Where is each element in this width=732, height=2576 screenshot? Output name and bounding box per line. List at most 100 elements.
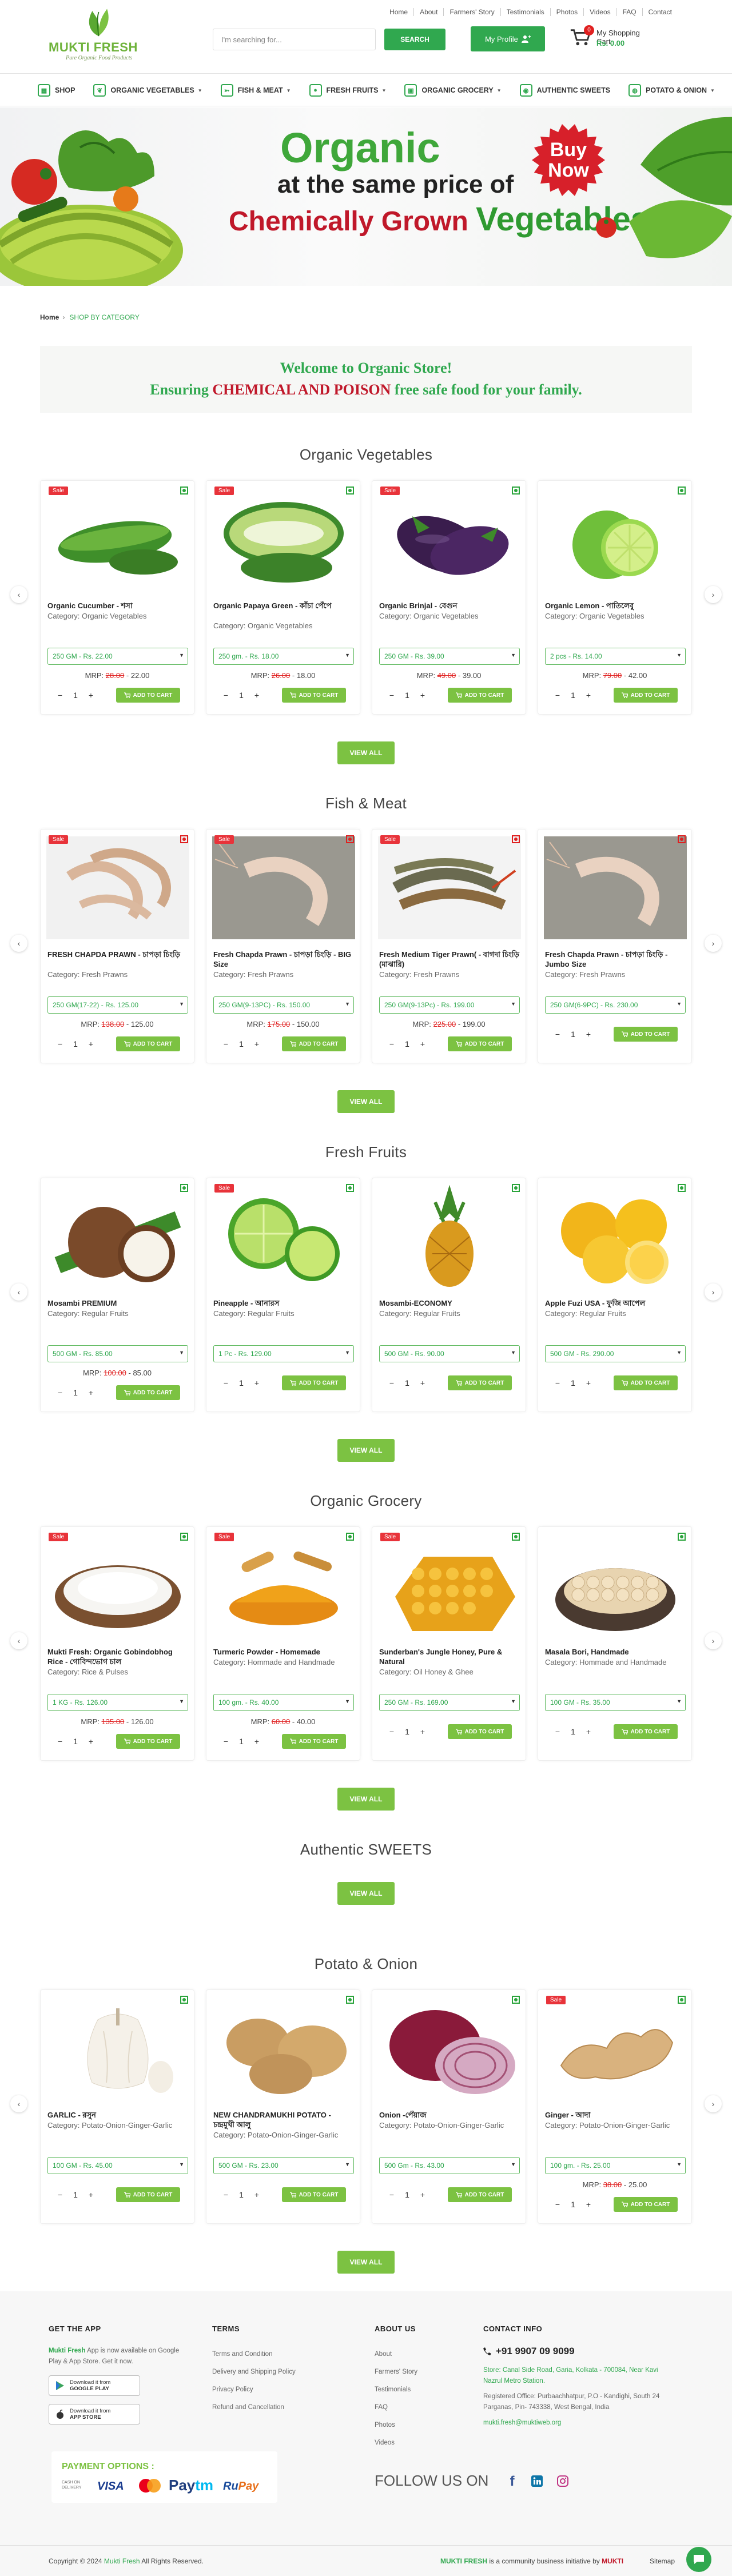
variant-select[interactable]: 1 KG - Rs. 126.00 ▼ bbox=[47, 1694, 188, 1711]
minus-button[interactable]: − bbox=[53, 1388, 67, 1397]
facebook-icon[interactable]: f bbox=[510, 2474, 515, 2489]
plus-button[interactable]: + bbox=[250, 1378, 264, 1387]
footer-about-link[interactable]: Photos bbox=[375, 2417, 460, 2434]
variant-select[interactable]: 500 GM - Rs. 85.00 ▼ bbox=[47, 1345, 188, 1362]
product-name[interactable]: Organic Cucumber - শসা bbox=[47, 601, 188, 611]
footer-about-link[interactable]: About bbox=[375, 2346, 460, 2363]
product-image[interactable] bbox=[378, 836, 521, 939]
product-image[interactable] bbox=[46, 1185, 189, 1288]
variant-select[interactable]: 500 GM - Rs. 90.00 ▼ bbox=[379, 1345, 520, 1362]
minus-button[interactable]: − bbox=[551, 2200, 564, 2209]
quantity-value[interactable]: 1 bbox=[564, 691, 582, 700]
add-to-cart-button[interactable]: ADD TO CART bbox=[448, 1375, 512, 1390]
product-name[interactable]: Pineapple - আনারস bbox=[213, 1298, 354, 1308]
product-image[interactable] bbox=[46, 488, 189, 591]
quantity-stepper[interactable]: −1 + bbox=[53, 1036, 98, 1051]
variant-select[interactable]: 100 GM - Rs. 35.00 ▼ bbox=[545, 1694, 686, 1711]
add-to-cart-button[interactable]: ADD TO CART bbox=[116, 2187, 180, 2202]
nav-item[interactable]: ▣ ORGANIC GROCERY ▼ bbox=[395, 74, 510, 107]
minus-button[interactable]: − bbox=[53, 1039, 67, 1048]
profile-button[interactable]: My Profile bbox=[471, 26, 545, 51]
quantity-stepper[interactable]: −1 + bbox=[219, 1375, 264, 1390]
minus-button[interactable]: − bbox=[53, 691, 67, 700]
view-all-button[interactable]: VIEW ALL bbox=[337, 1439, 395, 1462]
footer-email[interactable]: mukti.fresh@muktiweb.org bbox=[483, 2418, 672, 2429]
product-name[interactable]: GARLIC - রসুন bbox=[47, 2110, 188, 2120]
minus-button[interactable]: − bbox=[53, 1737, 67, 1746]
quantity-value[interactable]: 1 bbox=[233, 1039, 250, 1048]
quantity-stepper[interactable]: −1 + bbox=[551, 1724, 595, 1739]
product-card[interactable]: Sale Pineapple - আনারস Category: Regular F… bbox=[206, 1178, 360, 1412]
variant-select[interactable]: 250 GM(9-13Pc) - Rs. 199.00 ▼ bbox=[379, 996, 520, 1014]
product-image[interactable] bbox=[544, 1534, 687, 1637]
quantity-stepper[interactable]: −1 + bbox=[385, 688, 429, 703]
product-name[interactable]: Fresh Medium Tiger Prawn( - বাগদা চিংড়ি… bbox=[379, 950, 520, 969]
minus-button[interactable]: − bbox=[219, 1378, 233, 1387]
minus-button[interactable]: − bbox=[551, 1030, 564, 1039]
footer-about-link[interactable]: Farmers' Story bbox=[375, 2363, 460, 2381]
nav-item[interactable]: ◍ POTATO & ONION ▼ bbox=[619, 74, 724, 107]
quantity-stepper[interactable]: −1 + bbox=[219, 688, 264, 703]
minus-button[interactable]: − bbox=[219, 2190, 233, 2199]
product-name[interactable]: Masala Bori, Handmade bbox=[545, 1647, 686, 1657]
add-to-cart-button[interactable]: ADD TO CART bbox=[116, 688, 180, 703]
carousel-prev-button[interactable]: ‹ bbox=[10, 1632, 27, 1649]
product-card[interactable]: Sale Organic Papaya Green - কাঁচা পেঁপে Ca… bbox=[206, 480, 360, 715]
quantity-value[interactable]: 1 bbox=[233, 1737, 250, 1746]
quantity-value[interactable]: 1 bbox=[67, 1737, 84, 1746]
add-to-cart-button[interactable]: ADD TO CART bbox=[282, 2187, 346, 2202]
product-card[interactable]: Sale Fresh Medium Tiger Prawn( - বাগদা চি… bbox=[372, 829, 526, 1063]
footer-terms-link[interactable]: Privacy Policy bbox=[212, 2381, 327, 2399]
add-to-cart-button[interactable]: ADD TO CART bbox=[116, 1734, 180, 1749]
plus-button[interactable]: + bbox=[416, 1378, 429, 1387]
quantity-stepper[interactable]: −1 + bbox=[551, 1375, 595, 1390]
hero-banner[interactable]: Organic at the same price of Chemically … bbox=[0, 107, 732, 286]
add-to-cart-button[interactable]: ADD TO CART bbox=[614, 688, 678, 703]
carousel-next-button[interactable]: › bbox=[705, 935, 722, 952]
product-image[interactable] bbox=[544, 1185, 687, 1288]
carousel-next-button[interactable]: › bbox=[705, 2095, 722, 2112]
minus-button[interactable]: − bbox=[53, 2190, 67, 2199]
footer-terms-link[interactable]: Refund and Cancellation bbox=[212, 2399, 327, 2417]
minus-button[interactable]: − bbox=[385, 2190, 399, 2199]
add-to-cart-button[interactable]: ADD TO CART bbox=[448, 1036, 512, 1051]
variant-select[interactable]: 100 GM - Rs. 45.00 ▼ bbox=[47, 2157, 188, 2174]
footer-phone[interactable]: +91 9907 09 9099 bbox=[483, 2346, 672, 2357]
nav-item[interactable]: ◉ AUTHENTIC SWEETS bbox=[511, 74, 619, 107]
product-image[interactable] bbox=[46, 1534, 189, 1637]
product-card[interactable]: Masala Bori, Handmade Category: Hommade a… bbox=[538, 1526, 692, 1761]
add-to-cart-button[interactable]: ADD TO CART bbox=[614, 1027, 678, 1042]
minus-button[interactable]: − bbox=[551, 691, 564, 700]
quantity-value[interactable]: 1 bbox=[233, 691, 250, 700]
quantity-value[interactable]: 1 bbox=[67, 2190, 84, 2199]
plus-button[interactable]: + bbox=[416, 691, 429, 700]
product-card[interactable]: Sale Mukti Fresh: Organic Gobindobhog Ric… bbox=[40, 1526, 194, 1761]
product-image[interactable] bbox=[212, 488, 355, 591]
product-name[interactable]: Mosambi PREMIUM bbox=[47, 1298, 188, 1308]
copyright-brand[interactable]: Mukti Fresh bbox=[104, 2557, 140, 2565]
plus-button[interactable]: + bbox=[84, 1737, 98, 1746]
plus-button[interactable]: + bbox=[582, 1378, 595, 1387]
google-play-badge[interactable]: Download it from GOOGLE PLAY bbox=[49, 2375, 140, 2396]
product-image[interactable] bbox=[544, 836, 687, 939]
add-to-cart-button[interactable]: ADD TO CART bbox=[282, 688, 346, 703]
carousel-prev-button[interactable]: ‹ bbox=[10, 935, 27, 952]
view-all-button[interactable]: VIEW ALL bbox=[337, 1090, 395, 1113]
quantity-value[interactable]: 1 bbox=[399, 2190, 416, 2199]
quantity-stepper[interactable]: −1 + bbox=[385, 1724, 429, 1739]
carousel-prev-button[interactable]: ‹ bbox=[10, 1283, 27, 1301]
product-name[interactable]: Turmeric Powder - Homemade bbox=[213, 1647, 354, 1657]
plus-button[interactable]: + bbox=[84, 1388, 98, 1397]
variant-select[interactable]: 1 Pc - Rs. 129.00 ▼ bbox=[213, 1345, 354, 1362]
minus-button[interactable]: − bbox=[219, 1737, 233, 1746]
variant-select[interactable]: 100 gm. - Rs. 25.00 ▼ bbox=[545, 2157, 686, 2174]
minus-button[interactable]: − bbox=[219, 691, 233, 700]
plus-button[interactable]: + bbox=[84, 1039, 98, 1048]
variant-select[interactable]: 250 GM - Rs. 39.00 ▼ bbox=[379, 648, 520, 665]
variant-select[interactable]: 250 GM - Rs. 169.00 ▼ bbox=[379, 1694, 520, 1711]
nav-item[interactable]: ▦ SHOP bbox=[29, 74, 84, 107]
quantity-value[interactable]: 1 bbox=[233, 2190, 250, 2199]
variant-select[interactable]: 500 GM - Rs. 290.00 ▼ bbox=[545, 1345, 686, 1362]
product-name[interactable]: Ginger - আদা bbox=[545, 2110, 686, 2120]
quantity-stepper[interactable]: −1 + bbox=[385, 1036, 429, 1051]
